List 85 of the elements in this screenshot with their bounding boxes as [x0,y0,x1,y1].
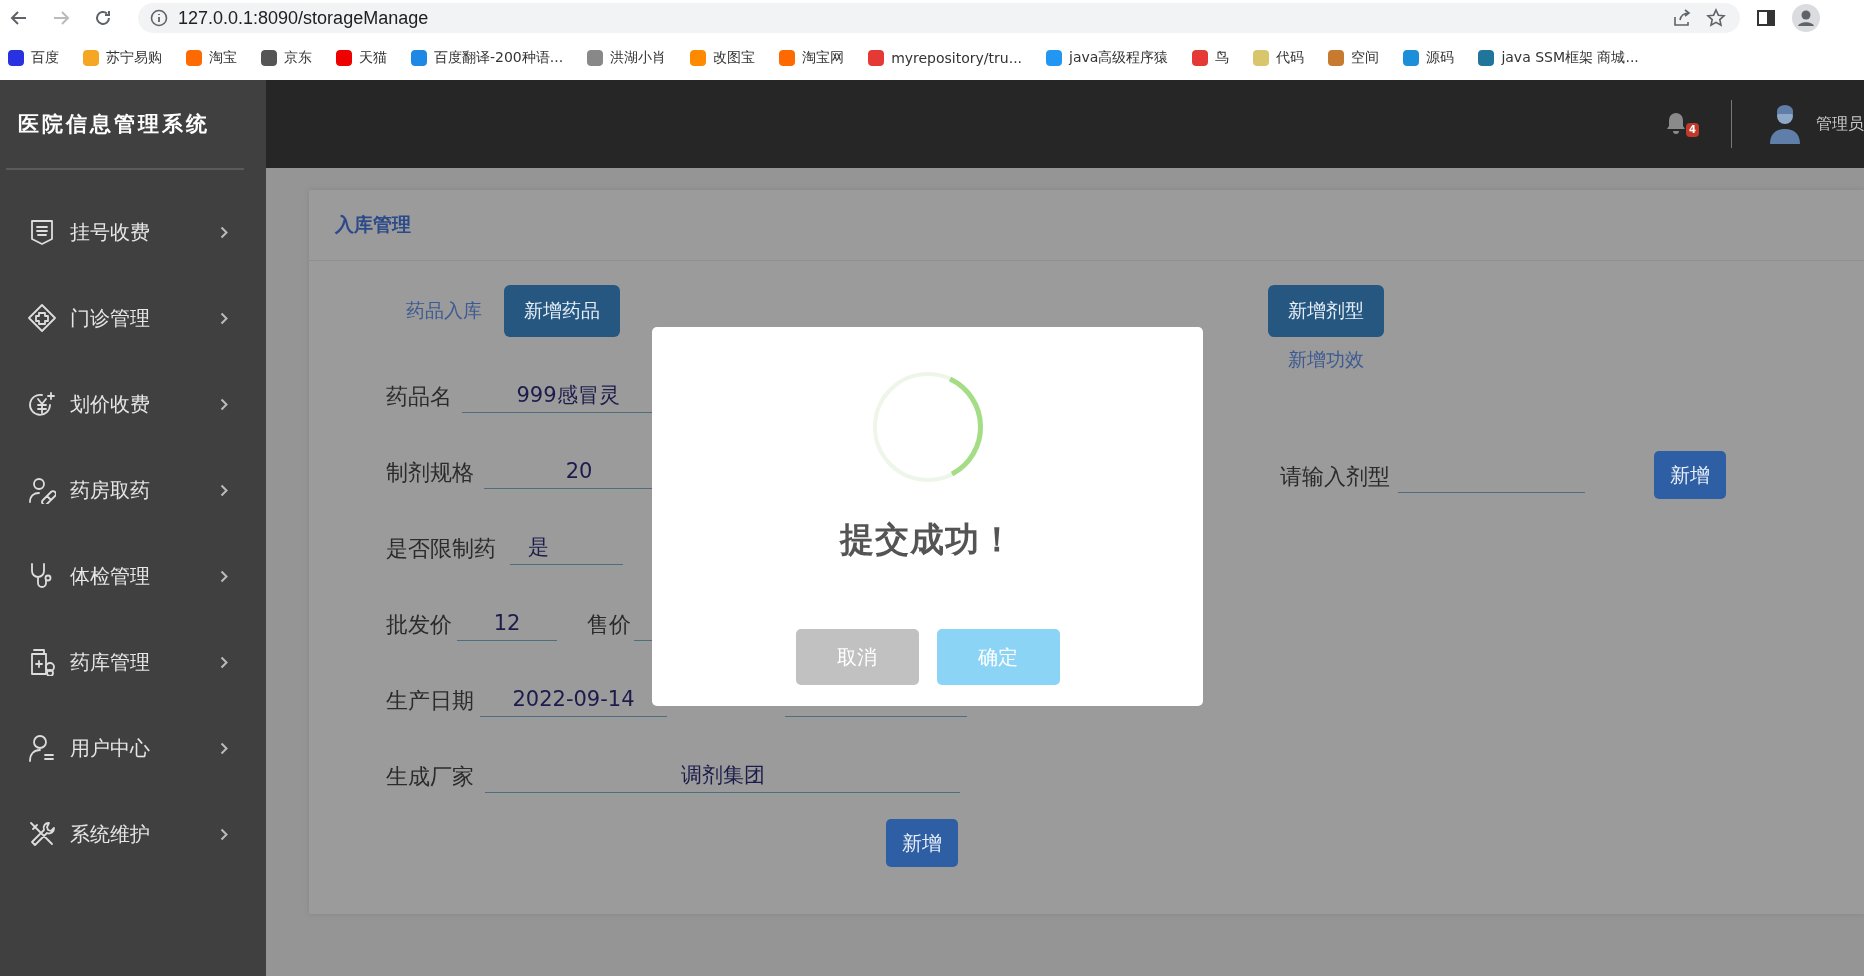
menu-icon [28,304,56,332]
bookmark[interactable]: 百度翻译-200种语... [411,49,564,67]
sidebar-icon[interactable] [1756,8,1776,28]
menu-icon [28,734,56,762]
bookmark[interactable]: java SSM框架 商城... [1478,49,1639,67]
field-label: 售价 [587,611,631,639]
menu-icon [28,218,56,246]
chevron-icon [220,483,228,497]
chevron-icon [220,311,228,325]
menu-item[interactable]: 挂号收费 [0,189,266,275]
site-icon [1478,50,1495,66]
field-label: 制剂规格 [386,459,474,487]
tab-button[interactable]: 新增剂型 [1268,285,1384,337]
menu-item[interactable]: 划价收费 [0,361,266,447]
menu-item[interactable]: 药房取药 [0,447,266,533]
star-icon[interactable] [1706,8,1726,28]
bookmark[interactable]: 淘宝网 [779,49,845,67]
field-label: 请输入剂型 [1280,463,1390,491]
site-icon [1328,50,1345,66]
address-bar[interactable]: 127.0.0.1:8090/storageManage [138,3,1740,33]
input-field[interactable]: 12 [457,605,557,641]
tab-button[interactable]: 新增药品 [504,285,620,337]
chevron-icon [220,655,228,669]
chevron-icon [220,397,228,411]
site-icon [1192,50,1209,66]
menu-icon [28,648,56,676]
bookmark[interactable]: myrepository/tru... [868,50,1023,66]
site-icon [690,50,707,66]
app-title: 医院信息管理系统 [17,110,211,138]
chevron-icon [220,827,228,841]
dialog-title: 提交成功！ [840,518,1015,561]
info-icon [150,9,168,27]
spinner-icon [871,371,984,483]
chevron-icon [220,741,228,755]
menu-icon [28,476,56,504]
bookmark[interactable]: 代码 [1253,49,1305,67]
bell-icon[interactable] [1665,111,1687,135]
menu-icon [28,390,56,418]
site-icon [83,50,99,66]
site-icon [868,50,885,66]
site-icon [587,50,604,66]
notification-badge: 4 [1686,123,1699,137]
bookmark[interactable]: 京东 [261,49,312,67]
site-icon [1253,50,1270,66]
menu-item[interactable]: 用户中心 [0,705,266,791]
bookmark[interactable]: 改图宝 [690,49,756,67]
site-icon [411,50,427,66]
input-field[interactable]: 是 [510,529,623,565]
profile-icon[interactable] [1792,4,1820,32]
field-label: 批发价 [386,611,452,639]
field-label: 药品名 [386,383,452,411]
user-name[interactable]: 管理员 [1816,113,1864,135]
site-icon [779,50,796,66]
site-icon [186,50,202,66]
menu-item[interactable]: 系统维护 [0,791,266,877]
bookmark[interactable]: 鸟 [1192,49,1230,67]
card-title: 入库管理 [335,212,411,237]
field-label: 生产日期 [386,687,474,715]
add-button[interactable]: 新增 [1654,451,1726,499]
bookmark[interactable]: 空间 [1328,49,1380,67]
bookmark[interactable]: 天猫 [336,49,387,67]
share-icon[interactable] [1672,8,1692,28]
chevron-icon [220,225,228,239]
site-icon [8,50,24,66]
menu-icon [28,820,56,848]
field-label: 是否限制药 [386,535,496,563]
bookmark[interactable]: 百度 [8,49,59,67]
field-label: 生成厂家 [386,763,474,791]
url-text: 127.0.0.1:8090/storageManage [178,7,429,29]
site-icon [336,50,352,66]
menu-item[interactable]: 体检管理 [0,533,266,619]
bookmark[interactable]: 苏宁易购 [83,49,162,67]
avatar-icon[interactable] [1768,104,1802,144]
bookmark[interactable]: 淘宝 [186,49,237,67]
add-button[interactable]: 新增 [886,819,958,867]
site-icon [1403,50,1420,66]
input-field[interactable]: 调剂集团 [485,757,960,793]
site-icon [261,50,277,66]
chevron-icon [220,569,228,583]
site-icon [1046,50,1063,66]
bookmark[interactable]: 源码 [1403,49,1455,67]
menu-item[interactable]: 门诊管理 [0,275,266,361]
menu-item[interactable]: 药库管理 [0,619,266,705]
bookmark[interactable]: java高级程序猿 [1046,49,1169,67]
bookmark[interactable]: 洪湖小肖 [587,49,667,67]
